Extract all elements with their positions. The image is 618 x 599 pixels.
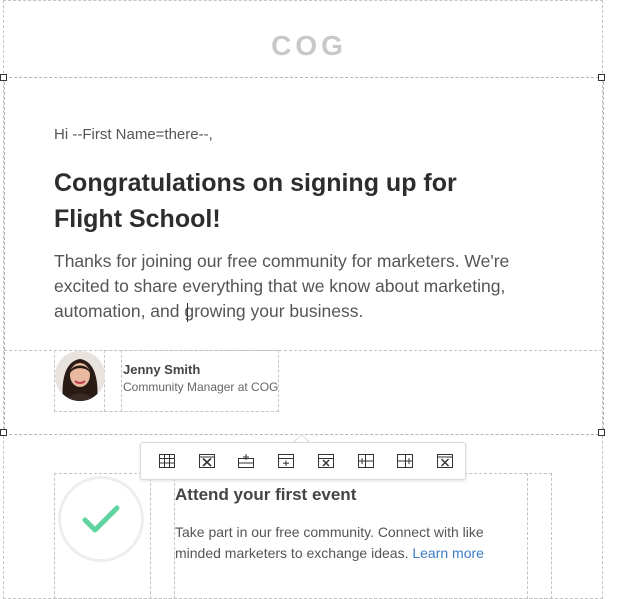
resize-handle-bottom-right[interactable] — [598, 429, 605, 436]
delete-column-button[interactable] — [425, 446, 465, 476]
avatar-photo — [55, 351, 105, 401]
resize-handle-top-right[interactable] — [598, 74, 605, 81]
delete-column-icon — [437, 454, 454, 468]
table-toolbar — [140, 442, 466, 480]
learn-more-link[interactable]: Learn more — [412, 545, 484, 561]
greeting-text[interactable]: Hi --First Name=there--, — [54, 126, 213, 143]
signature-title[interactable]: Community Manager at COG — [123, 380, 278, 394]
table-icon — [158, 454, 175, 468]
delete-table-button[interactable] — [187, 446, 227, 476]
signature-name[interactable]: Jenny Smith — [123, 362, 200, 377]
insert-row-above-button[interactable] — [227, 446, 267, 476]
delete-row-icon — [317, 454, 334, 468]
insert-column-left-icon — [357, 454, 374, 468]
text-cursor — [187, 303, 188, 322]
body-paragraph[interactable]: Thanks for joining our free community fo… — [54, 249, 544, 324]
column-divider — [121, 350, 122, 412]
cog-logo: COG — [271, 30, 347, 61]
resize-handle-top-left[interactable] — [0, 74, 7, 81]
resize-handle-bottom-left[interactable] — [0, 429, 7, 436]
event-description[interactable]: Take part in our free community. Connect… — [175, 522, 515, 564]
insert-row-below-button[interactable] — [266, 446, 306, 476]
avatar — [55, 351, 105, 401]
column-divider — [150, 473, 151, 599]
insert-column-right-button[interactable] — [386, 446, 426, 476]
event-title[interactable]: Attend your first event — [175, 485, 356, 505]
insert-column-right-icon — [397, 454, 414, 468]
checkmark-icon — [82, 505, 120, 533]
column-divider — [527, 473, 528, 599]
insert-column-left-button[interactable] — [346, 446, 386, 476]
insert-row-below-icon — [278, 454, 295, 468]
insert-row-above-icon — [238, 454, 255, 468]
table-properties-button[interactable] — [147, 446, 187, 476]
delete-row-button[interactable] — [306, 446, 346, 476]
delete-table-icon — [198, 454, 215, 468]
check-circle — [58, 476, 144, 562]
headline[interactable]: Congratulations on signing up for Flight… — [54, 165, 474, 237]
